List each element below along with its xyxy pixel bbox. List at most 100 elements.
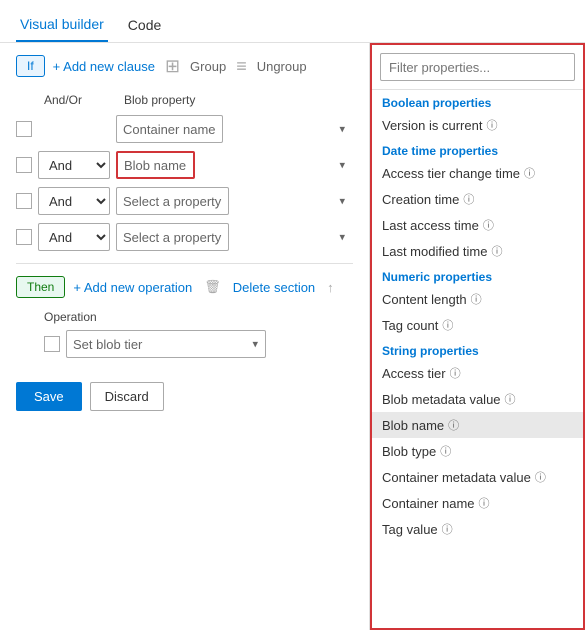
row1-property-wrapper: Container name [116, 115, 353, 143]
prop-version-is-current[interactable]: Version is current ⓘ [372, 112, 583, 138]
divider-icon: ⊞ [165, 56, 180, 77]
row2-andor-select[interactable]: And Or [38, 151, 110, 179]
section-separator [16, 263, 353, 264]
row4-property-wrapper: Select a property [116, 223, 353, 251]
then-section-header: Then + Add new operation 🗑 Delete sectio… [16, 276, 353, 298]
prop-version-is-current-label: Version is current [382, 118, 482, 133]
prop-blob-name-label: Blob name [382, 418, 444, 433]
prop-container-name[interactable]: Container name ⓘ [372, 490, 583, 516]
filter-input-wrap [372, 45, 583, 90]
container-metadata-value-info-icon[interactable]: ⓘ [535, 469, 546, 485]
col-andor-header: And/Or [44, 93, 124, 107]
row2-property-select[interactable]: Blob name [116, 151, 195, 179]
blob-name-info-icon[interactable]: ⓘ [448, 417, 459, 433]
operation-select-wrapper: Set blob tier Delete blob Move blob [66, 330, 266, 358]
prop-blob-metadata-value-label: Blob metadata value [382, 392, 501, 407]
filter-properties-input[interactable] [380, 53, 575, 81]
if-section-header: If + Add new clause ⊞ Group ≡ Ungroup [16, 55, 353, 77]
prop-creation-time-label: Creation time [382, 192, 459, 207]
op-checkbox[interactable] [44, 336, 60, 352]
col-check-header [16, 93, 44, 107]
prop-container-metadata-value-label: Container metadata value [382, 470, 531, 485]
prop-container-name-label: Container name [382, 496, 475, 511]
prop-last-access-time[interactable]: Last access time ⓘ [372, 212, 583, 238]
prop-content-length[interactable]: Content length ⓘ [372, 286, 583, 312]
row4-property-select[interactable]: Select a property [116, 223, 229, 251]
access-tier-info-icon[interactable]: ⓘ [450, 365, 461, 381]
prop-creation-time[interactable]: Creation time ⓘ [372, 186, 583, 212]
last-modified-time-info-icon[interactable]: ⓘ [492, 243, 503, 259]
tab-bar: Visual builder Code [0, 0, 585, 43]
then-badge: Then [16, 276, 65, 298]
table-headers: And/Or Blob property [16, 89, 353, 111]
row3-property-wrapper: Select a property [116, 187, 353, 215]
condition-row-3: And Or Select a property [16, 187, 353, 215]
condition-row-1: Container name [16, 115, 353, 143]
group-label-boolean: Boolean properties [372, 90, 583, 112]
prop-container-metadata-value[interactable]: Container metadata value ⓘ [372, 464, 583, 490]
prop-tag-count[interactable]: Tag count ⓘ [372, 312, 583, 338]
group-button[interactable]: Group [190, 59, 226, 74]
row1-checkbox[interactable] [16, 121, 32, 137]
app-container: Visual builder Code If + Add new clause … [0, 0, 585, 630]
prop-access-tier-change-time-label: Access tier change time [382, 166, 520, 181]
row1-property-select[interactable]: Container name [116, 115, 223, 143]
operation-select[interactable]: Set blob tier Delete blob Move blob [66, 330, 266, 358]
prop-tag-count-label: Tag count [382, 318, 438, 333]
row3-andor-select[interactable]: And Or [38, 187, 110, 215]
prop-blob-type[interactable]: Blob type ⓘ [372, 438, 583, 464]
row3-property-select[interactable]: Select a property [116, 187, 229, 215]
then-section: Then + Add new operation 🗑 Delete sectio… [16, 276, 353, 358]
row4-andor-select[interactable]: And Or [38, 223, 110, 251]
prop-last-modified-time[interactable]: Last modified time ⓘ [372, 238, 583, 264]
prop-blob-metadata-value[interactable]: Blob metadata value ⓘ [372, 386, 583, 412]
save-button[interactable]: Save [16, 382, 82, 411]
operation-section: Operation Set blob tier Delete blob Move… [16, 310, 353, 358]
properties-panel: Boolean properties Version is current ⓘ … [370, 43, 585, 630]
condition-row-2: And Or Blob name [16, 151, 353, 179]
group-label-datetime: Date time properties [372, 138, 583, 160]
row2-checkbox[interactable] [16, 157, 32, 173]
prop-access-tier-label: Access tier [382, 366, 446, 381]
tab-code[interactable]: Code [124, 9, 165, 41]
prop-last-access-time-label: Last access time [382, 218, 479, 233]
operation-row: Set blob tier Delete blob Move blob [44, 330, 353, 358]
tag-value-info-icon[interactable]: ⓘ [442, 521, 453, 537]
row2-property-wrapper: Blob name [116, 151, 353, 179]
prop-content-length-label: Content length [382, 292, 467, 307]
discard-button[interactable]: Discard [90, 382, 164, 411]
row4-checkbox[interactable] [16, 229, 32, 245]
creation-time-info-icon[interactable]: ⓘ [463, 191, 474, 207]
access-tier-change-time-info-icon[interactable]: ⓘ [524, 165, 535, 181]
left-panel: If + Add new clause ⊞ Group ≡ Ungroup An… [0, 43, 370, 630]
last-access-time-info-icon[interactable]: ⓘ [483, 217, 494, 233]
operation-column-label: Operation [44, 310, 353, 324]
group-label-numeric: Numeric properties [372, 264, 583, 286]
tab-visual-builder[interactable]: Visual builder [16, 8, 108, 42]
prop-blob-type-label: Blob type [382, 444, 436, 459]
content-area: If + Add new clause ⊞ Group ≡ Ungroup An… [0, 43, 585, 630]
prop-last-modified-time-label: Last modified time [382, 244, 488, 259]
blob-metadata-value-info-icon[interactable]: ⓘ [505, 391, 516, 407]
add-new-operation-button[interactable]: + Add new operation [73, 280, 192, 295]
prop-access-tier-change-time[interactable]: Access tier change time ⓘ [372, 160, 583, 186]
move-icon: ↑ [327, 280, 334, 295]
add-new-clause-button[interactable]: + Add new clause [53, 59, 155, 74]
divider2-icon: ≡ [236, 56, 247, 77]
tag-count-info-icon[interactable]: ⓘ [442, 317, 453, 333]
condition-row-4: And Or Select a property [16, 223, 353, 251]
prop-tag-value[interactable]: Tag value ⓘ [372, 516, 583, 542]
delete-icon: 🗑 [204, 279, 221, 295]
container-name-info-icon[interactable]: ⓘ [479, 495, 490, 511]
blob-type-info-icon[interactable]: ⓘ [440, 443, 451, 459]
version-is-current-info-icon[interactable]: ⓘ [486, 117, 497, 133]
prop-access-tier[interactable]: Access tier ⓘ [372, 360, 583, 386]
bottom-bar: Save Discard [16, 382, 353, 411]
delete-section-button[interactable]: Delete section [233, 280, 315, 295]
content-length-info-icon[interactable]: ⓘ [471, 291, 482, 307]
ungroup-button[interactable]: Ungroup [257, 59, 307, 74]
prop-tag-value-label: Tag value [382, 522, 438, 537]
if-badge: If [16, 55, 45, 77]
row3-checkbox[interactable] [16, 193, 32, 209]
prop-blob-name[interactable]: Blob name ⓘ [372, 412, 583, 438]
